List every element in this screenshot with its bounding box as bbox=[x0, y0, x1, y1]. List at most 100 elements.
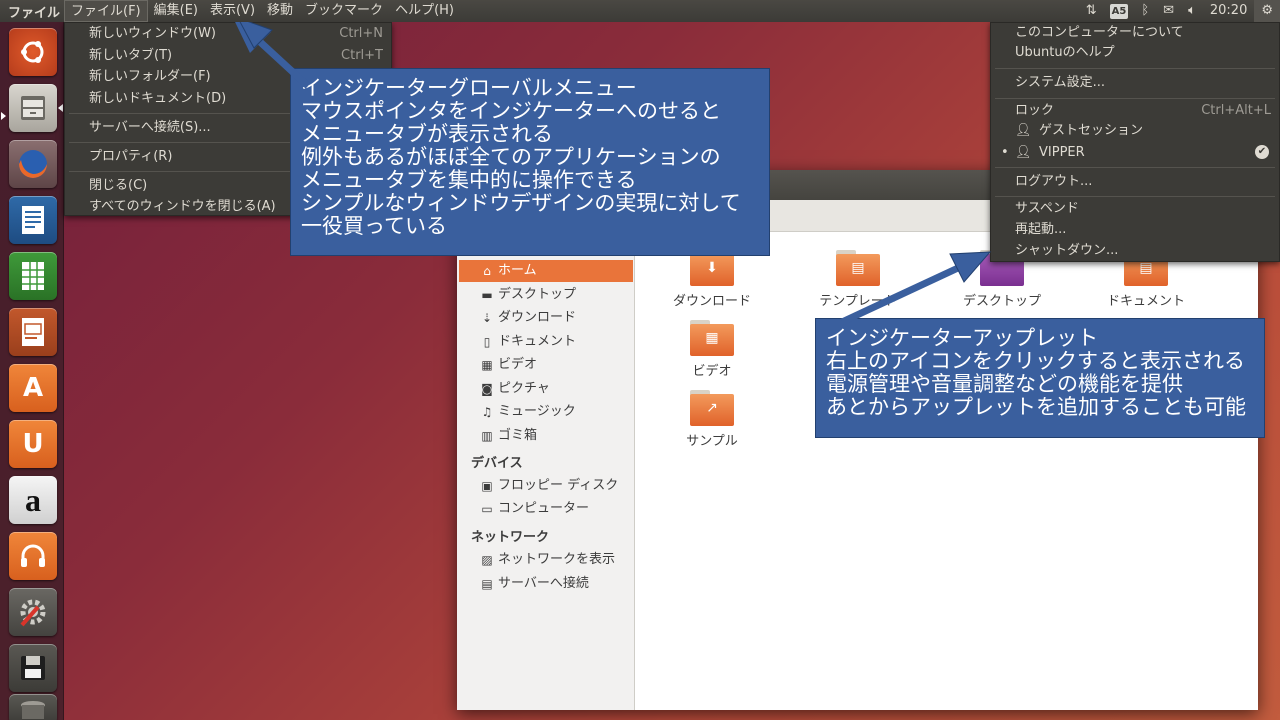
menu-help[interactable]: ヘルプ(H) bbox=[389, 0, 460, 22]
firefox-logo-icon bbox=[19, 150, 47, 178]
user-icon: 👤︎ bbox=[1015, 145, 1032, 160]
volume-icon[interactable]: 🔈︎ bbox=[1181, 0, 1203, 22]
video-icon: ▦ bbox=[481, 358, 493, 372]
menu-item-label: 新しいフォルダー(F) bbox=[89, 69, 211, 84]
menu-item-lock[interactable]: ロック Ctrl+Alt+L bbox=[1015, 101, 1271, 121]
menu-item-label: VIPPER bbox=[1039, 145, 1085, 160]
writer-icon[interactable] bbox=[9, 196, 57, 244]
gear-icon[interactable]: ⚙ bbox=[1254, 0, 1280, 22]
folder-video-icon: ▦ bbox=[690, 320, 734, 356]
launcher: A U a bbox=[0, 22, 64, 720]
sidebar-item-label: ネットワークを表示 bbox=[498, 552, 616, 567]
active-bullet-icon: • bbox=[1001, 145, 1009, 160]
menu-item-label: ロック bbox=[1015, 103, 1055, 118]
sidebar-item-pictures[interactable]: ◙ ピクチャ bbox=[457, 378, 633, 400]
keyboard-indicator[interactable]: A5 bbox=[1109, 3, 1129, 19]
sidebar-item-connect-server[interactable]: ▤ サーバーへ接続 bbox=[457, 573, 633, 595]
cabinet-icon bbox=[21, 96, 45, 120]
system-menu-dropdown: このコンピューターについて Ubuntuのヘルプ システム設定... ロック Ct… bbox=[990, 22, 1280, 262]
menu-item-label: プロパティ(R) bbox=[89, 149, 173, 164]
menu-item-user-vipper[interactable]: • 👤︎ VIPPER ✔ bbox=[1001, 143, 1271, 163]
menu-go[interactable]: 移動 bbox=[261, 0, 299, 22]
callout-line: インジケーターアップレット bbox=[826, 326, 1099, 350]
sidebar-header-devices: デバイス bbox=[471, 456, 523, 471]
ubuntu-one-music-icon[interactable] bbox=[9, 532, 57, 580]
menu-item-system-settings[interactable]: システム設定... bbox=[1015, 73, 1271, 93]
folder-examples[interactable]: ↗ サンプル bbox=[652, 390, 772, 449]
callout-line: メニュータブが表示される bbox=[301, 122, 553, 146]
menu-item-label: 閉じる(C) bbox=[89, 178, 148, 193]
sidebar-item-browse-network[interactable]: ▨ ネットワークを表示 bbox=[457, 549, 633, 571]
ubuntu-one-icon[interactable]: U bbox=[9, 420, 57, 468]
folder-videos[interactable]: ▦ ビデオ bbox=[652, 320, 772, 379]
trash-icon: ▥ bbox=[481, 429, 493, 443]
menu-item-shutdown[interactable]: シャットダウン... bbox=[1015, 241, 1271, 261]
desktop-icon: ▬ bbox=[481, 288, 493, 302]
sidebar-item-music[interactable]: ♫ ミュージック bbox=[457, 401, 633, 423]
menu-file[interactable]: ファイル(F) bbox=[64, 0, 148, 22]
floppy-icon[interactable] bbox=[9, 644, 57, 692]
ubuntu-logo-icon bbox=[21, 41, 44, 63]
menu-separator bbox=[995, 68, 1275, 69]
impress-icon[interactable] bbox=[9, 308, 57, 356]
menu-item-label: ゲストセッション bbox=[1039, 123, 1144, 138]
firefox-icon[interactable] bbox=[9, 140, 57, 188]
menu-item-label: 新しいタブ(T) bbox=[89, 48, 173, 63]
menu-item-label: 新しいウィンドウ(W) bbox=[89, 26, 216, 41]
network-transfer-icon[interactable]: ⇅ bbox=[1079, 0, 1104, 22]
menu-item-restart[interactable]: 再起動... bbox=[1015, 220, 1271, 240]
system-settings-icon[interactable] bbox=[9, 588, 57, 636]
menu-item-label: すべてのウィンドウを閉じる(A) bbox=[89, 199, 276, 214]
sidebar-item-downloads[interactable]: ⇣ ダウンロード bbox=[457, 307, 633, 329]
menu-item-suspend[interactable]: サスペンド bbox=[1015, 199, 1271, 219]
callout-line: メニュータブを集中的に操作できる bbox=[301, 168, 637, 192]
sidebar-item-trash[interactable]: ▥ ゴミ箱 bbox=[457, 425, 633, 447]
files-icon[interactable] bbox=[9, 84, 57, 132]
clock[interactable]: 20:20 bbox=[1203, 0, 1254, 22]
bluetooth-icon[interactable]: ᛒ bbox=[1134, 0, 1156, 22]
menu-item-new-tab[interactable]: 新しいタブ(T) Ctrl+T bbox=[89, 46, 383, 66]
menu-separator bbox=[995, 167, 1275, 168]
menu-item-logout[interactable]: ログアウト... bbox=[1015, 172, 1271, 192]
amazon-icon[interactable]: a bbox=[9, 476, 57, 524]
floppy-icon: ▣ bbox=[481, 479, 493, 493]
sidebar-item-desktop[interactable]: ▬ デスクトップ bbox=[457, 284, 633, 306]
folder-label: ドキュメント bbox=[1106, 294, 1185, 309]
menu-edit[interactable]: 編集(E) bbox=[148, 0, 204, 22]
folder-templates[interactable]: ▤ テンプレート bbox=[798, 250, 918, 309]
computer-icon: ▭ bbox=[481, 502, 493, 516]
sidebar-item-label: フロッピー ディスク bbox=[498, 478, 619, 493]
focus-indicator bbox=[58, 104, 63, 112]
spreadsheet-icon bbox=[22, 262, 44, 290]
menu-item-help[interactable]: Ubuntuのヘルプ bbox=[1015, 43, 1271, 63]
mail-icon[interactable]: ✉ bbox=[1156, 0, 1181, 22]
sidebar-item-label: ビデオ bbox=[498, 357, 538, 372]
callout-line: インジケーターグローバルメニュー bbox=[301, 76, 637, 100]
sidebar-item-label: ゴミ箱 bbox=[498, 428, 538, 443]
sidebar-item-videos[interactable]: ▦ ビデオ bbox=[457, 354, 633, 376]
calc-icon[interactable] bbox=[9, 252, 57, 300]
menu-item-new-window[interactable]: 新しいウィンドウ(W) Ctrl+N bbox=[89, 24, 383, 44]
folder-downloads[interactable]: ⬇ ダウンロード bbox=[652, 250, 772, 309]
menu-item-guest-session[interactable]: 👤︎ ゲストセッション bbox=[1015, 121, 1271, 141]
sidebar-item-floppy[interactable]: ▣ フロッピー ディスク bbox=[457, 475, 633, 497]
document-icon: ▯ bbox=[483, 335, 491, 349]
sidebar-item-label: ピクチャ bbox=[498, 381, 550, 396]
amazon-glyph: a bbox=[25, 481, 41, 518]
music-icon: ♫ bbox=[481, 405, 493, 419]
menu-view[interactable]: 表示(V) bbox=[204, 0, 261, 22]
sidebar-item-home[interactable]: ⌂ ホーム bbox=[459, 260, 633, 282]
callout-line: マウスポインタをインジケーターへのせると bbox=[301, 99, 721, 123]
trash-icon[interactable] bbox=[9, 694, 57, 720]
ubuntu-dash-icon[interactable] bbox=[9, 28, 57, 76]
sidebar-item-computer[interactable]: ▭ コンピューター bbox=[457, 498, 633, 520]
sidebar-item-label: ホーム bbox=[498, 263, 537, 278]
sidebar-item-documents[interactable]: ▯ ドキュメント bbox=[457, 331, 633, 353]
menu-item-accel: Ctrl+N bbox=[339, 26, 383, 41]
menu-item-about[interactable]: このコンピューターについて bbox=[1015, 23, 1271, 43]
menu-bookmarks[interactable]: ブックマーク bbox=[299, 0, 389, 22]
software-center-glyph: A bbox=[22, 373, 44, 403]
software-center-icon[interactable]: A bbox=[9, 364, 57, 412]
sidebar: ⌂ ホーム ▬ デスクトップ ⇣ ダウンロード ▯ ドキュメント ▦ ビデオ ◙ ピクチャ … bbox=[457, 232, 635, 710]
headphones-icon bbox=[21, 544, 45, 567]
